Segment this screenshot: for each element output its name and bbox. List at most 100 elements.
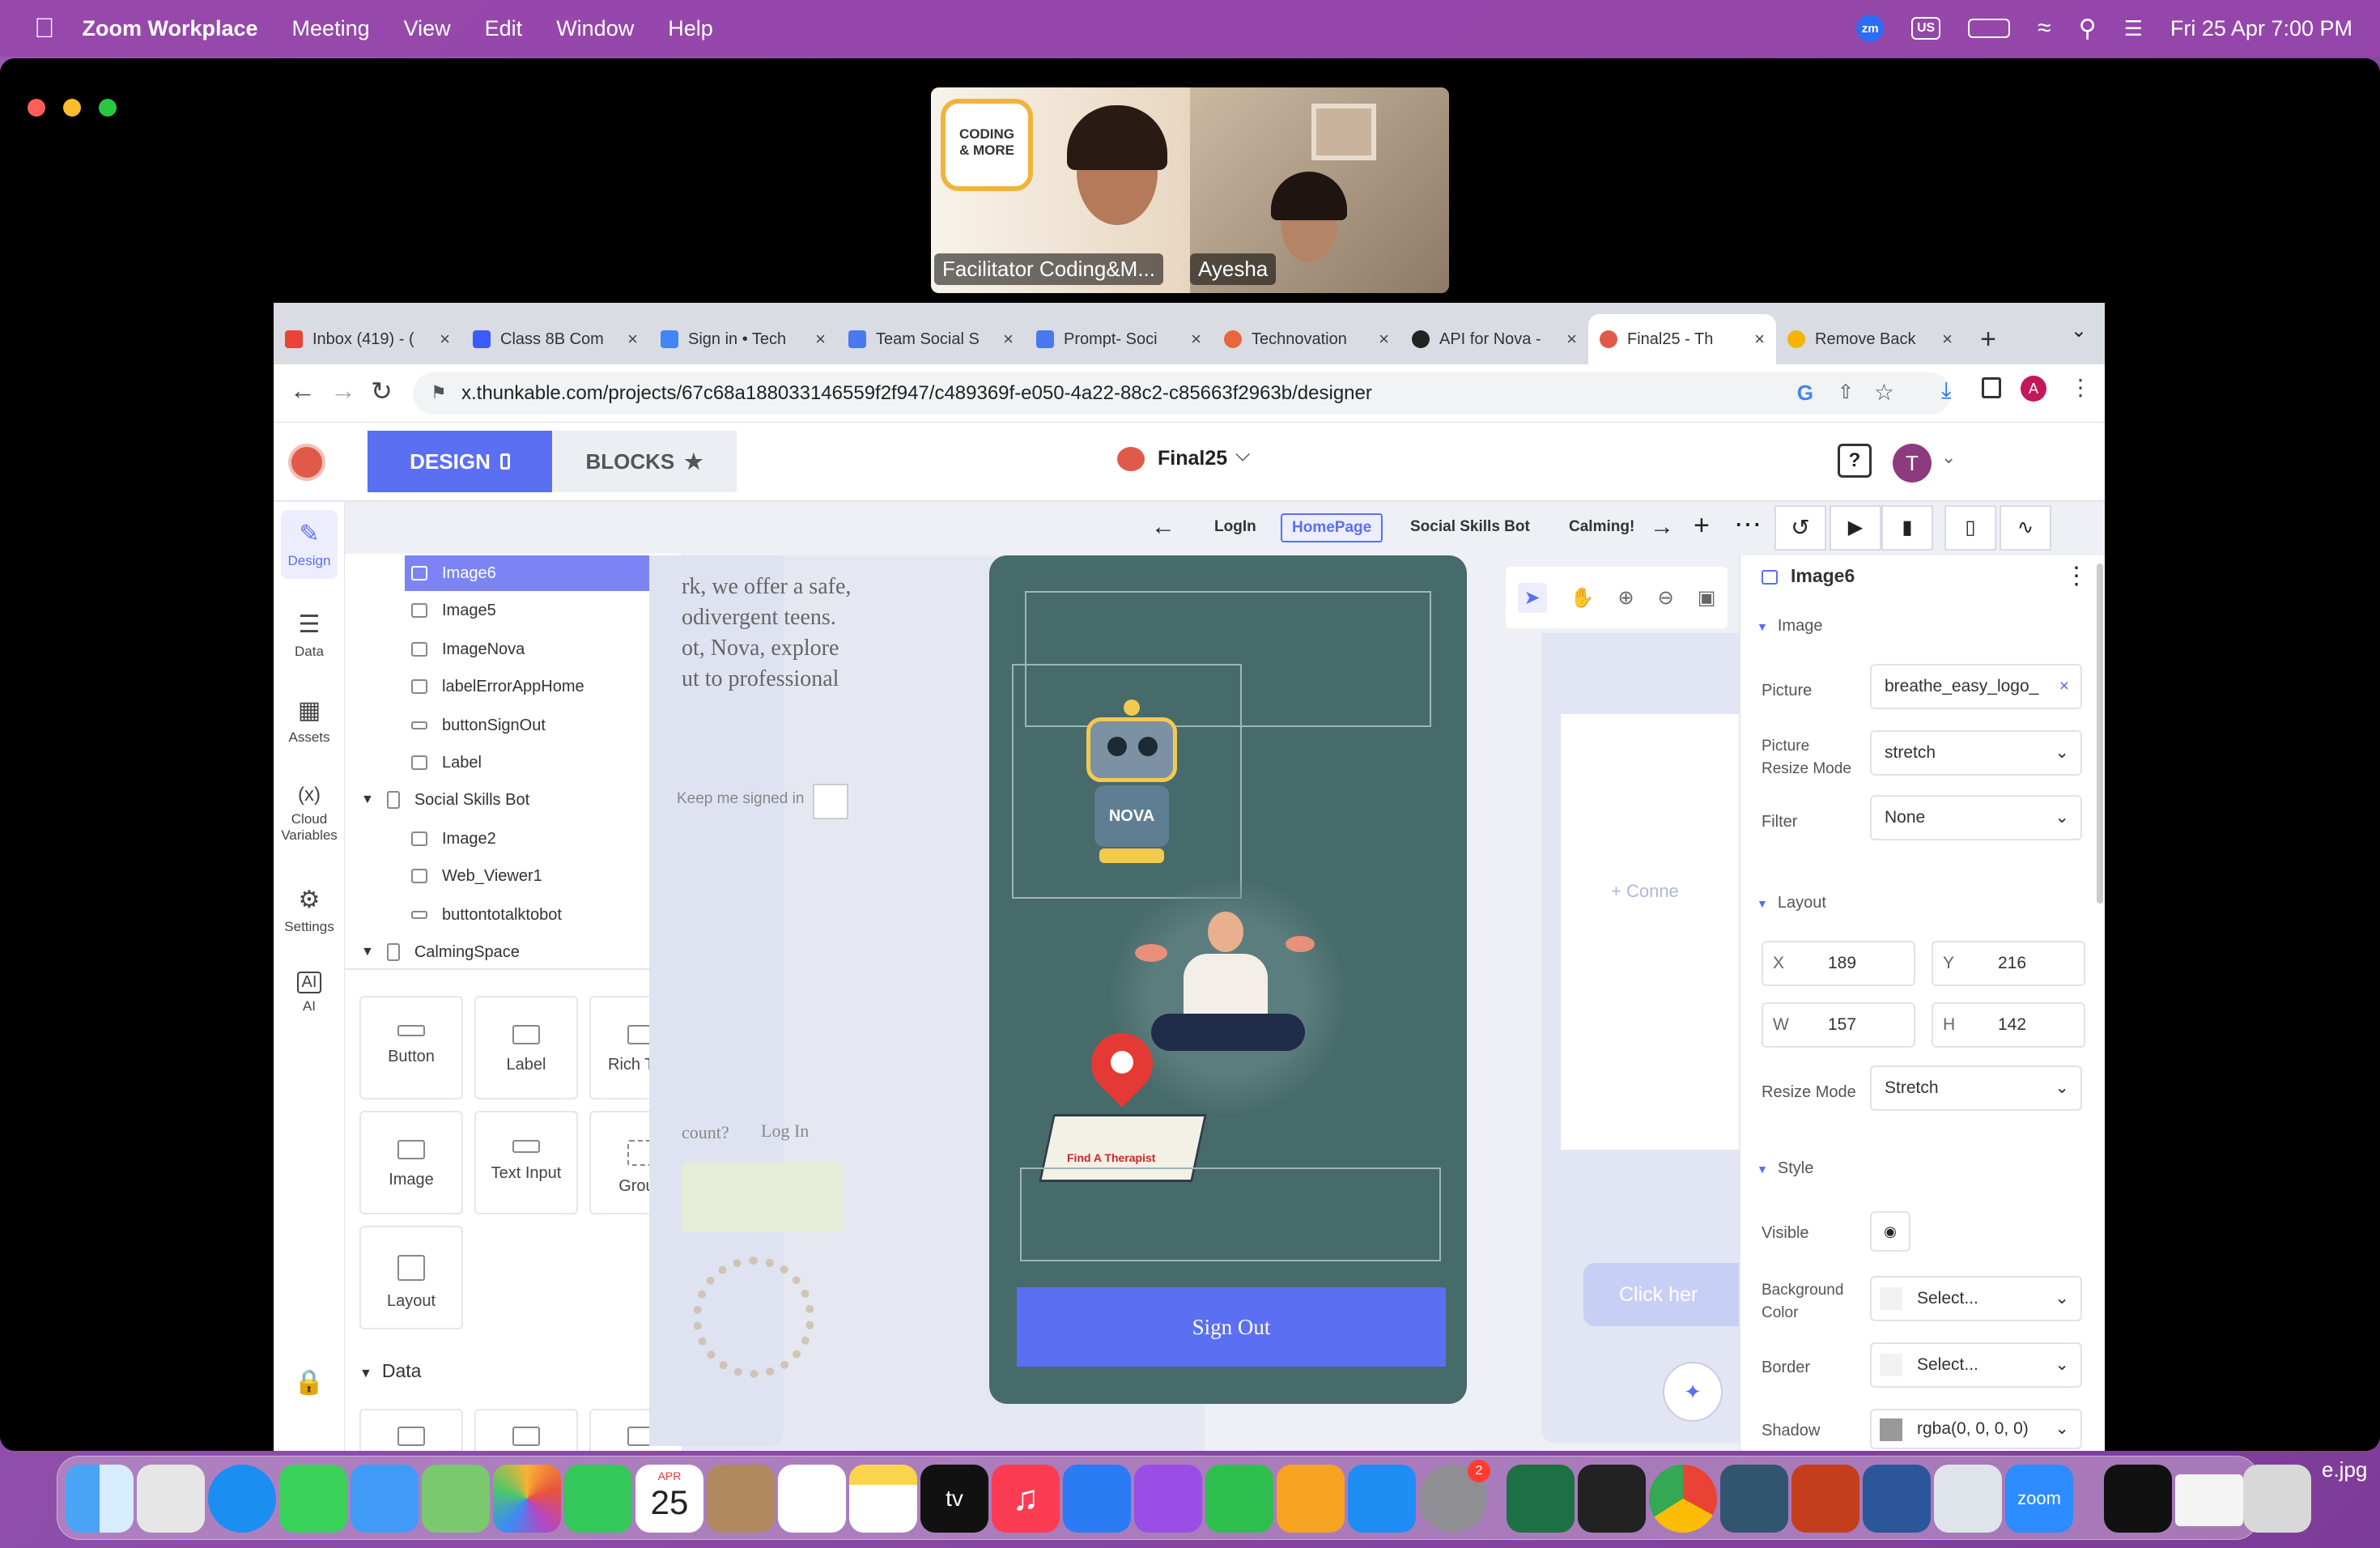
collapse-icon[interactable]: ▼ [361, 945, 374, 959]
page-tab-login[interactable]: LogIn [1214, 518, 1256, 536]
rail-data[interactable]: ☰ Data [274, 610, 345, 660]
h-field[interactable]: H 142 [1932, 1002, 2085, 1048]
forward-icon[interactable]: → [330, 376, 356, 406]
panel-scrollbar[interactable] [2097, 563, 2103, 904]
system-settings-icon[interactable]: 2 [1419, 1460, 1490, 1533]
pan-tool-icon[interactable]: ✋ [1570, 586, 1595, 610]
maximize-window-button[interactable] [99, 99, 117, 117]
close-window-button[interactable] [28, 99, 45, 117]
excel-icon[interactable] [1507, 1465, 1575, 1533]
tree-item-image2[interactable]: Image2 [405, 821, 664, 857]
user-avatar[interactable]: T [1893, 444, 1932, 483]
photos-icon[interactable] [493, 1465, 561, 1533]
menu-app-name[interactable]: Zoom Workplace [83, 16, 258, 41]
word-icon[interactable] [1863, 1465, 1931, 1533]
download-icon[interactable]: ⤓ [1941, 377, 1951, 404]
tab-signin[interactable]: Sign in • Tech × [649, 314, 837, 364]
style-section-header[interactable]: ▼ Style [1757, 1159, 1813, 1178]
tab-remove-bg[interactable]: Remove Back × [1776, 314, 1964, 364]
live-test-button[interactable]: ▮ [1881, 505, 1933, 551]
share-button[interactable]: ∿ [2000, 505, 2051, 551]
reminders-icon[interactable] [778, 1465, 846, 1533]
page-tab-social-skills-bot[interactable]: Social Skills Bot [1410, 518, 1530, 536]
fit-screen-icon[interactable]: ▣ [1698, 586, 1716, 610]
login-link[interactable]: Log In [761, 1121, 809, 1142]
click-here-button[interactable]: Click her [1583, 1263, 1740, 1326]
apple-tv-icon[interactable]: tv [920, 1465, 988, 1533]
filter-select[interactable]: None ⌄ [1870, 795, 2082, 840]
calendar-icon[interactable]: APR 25 [635, 1465, 703, 1533]
zoom-out-icon[interactable]: ⊖ [1658, 586, 1674, 610]
tree-item-buttontotalktobot[interactable]: buttontotalktobot [405, 897, 664, 933]
trash-icon[interactable] [2243, 1465, 2311, 1533]
history-button[interactable]: ↺ [1774, 505, 1826, 551]
rail-ai[interactable]: AI AI [274, 972, 345, 1014]
close-tab-icon[interactable]: × [1942, 329, 1953, 350]
tab-api-nova[interactable]: API for Nova - × [1400, 314, 1588, 364]
download-app-button[interactable]: ▯ [1944, 505, 1996, 551]
tab-search-icon[interactable]: ⌄ [2071, 319, 2087, 342]
data-section-header[interactable]: ▼ Data [359, 1360, 421, 1382]
share-icon[interactable]: ⇧ [1838, 381, 1854, 404]
project-dropdown-icon[interactable]: ⌵ [1235, 444, 1250, 466]
tab-technovation[interactable]: Technovation × [1213, 314, 1400, 364]
numbers-icon[interactable] [1205, 1465, 1273, 1533]
sign-out-button[interactable]: Sign Out [1017, 1287, 1446, 1367]
bg-color-select[interactable]: Select... ⌄ [1870, 1276, 2082, 1321]
next-page-icon[interactable]: → [1650, 513, 1674, 541]
tree-item-image6[interactable]: Image6 [405, 555, 682, 591]
close-tab-icon[interactable]: × [1379, 329, 1389, 350]
recent-app-icon[interactable] [2104, 1465, 2172, 1533]
input-source-icon[interactable]: US [1911, 17, 1941, 40]
collapse-icon[interactable]: ▼ [361, 793, 374, 807]
ai-assist-button[interactable]: ✦ [1663, 1362, 1723, 1422]
page-tab-homepage[interactable]: HomePage [1281, 513, 1383, 542]
desktop-file-label[interactable]: e.jpg [2322, 1457, 2367, 1482]
select-tool-icon[interactable]: ➤ [1517, 582, 1547, 613]
finder-icon[interactable] [66, 1465, 134, 1533]
tree-item-label[interactable]: Label [405, 745, 664, 780]
zoom-in-icon[interactable]: ⊕ [1618, 586, 1634, 610]
picture-resize-select[interactable]: stretch ⌄ [1870, 730, 2082, 776]
close-tab-icon[interactable]: × [815, 329, 826, 350]
battery-icon[interactable] [1968, 19, 2011, 38]
palette-list[interactable] [359, 1409, 463, 1451]
back-icon[interactable]: ← [290, 376, 316, 406]
help-icon[interactable]: ? [1838, 444, 1872, 478]
page-tab-calming[interactable]: Calming! [1569, 518, 1634, 536]
music-icon[interactable]: ♫ [992, 1465, 1060, 1533]
image-section-header[interactable]: ▼ Image [1757, 617, 1822, 636]
nova-robot-image[interactable]: NOVA [1067, 700, 1196, 870]
downloads-stack-icon[interactable] [2175, 1474, 2243, 1526]
component-more-icon[interactable]: ⋮ [2064, 562, 2089, 590]
tree-item-calmingspace[interactable]: ▼ CalmingSpace [361, 934, 620, 968]
powerpoint-icon[interactable] [1791, 1465, 1859, 1533]
browser-menu-icon[interactable]: ⋮ [2069, 374, 2092, 401]
thunkable-logo[interactable] [288, 444, 325, 481]
picture-field[interactable]: breathe_easy_logo_ × [1870, 664, 2082, 709]
preview-button[interactable]: ▶ [1830, 505, 1881, 551]
menu-edit[interactable]: Edit [485, 16, 523, 41]
profile-avatar[interactable]: A [2021, 376, 2046, 402]
palette-image[interactable]: Image [359, 1111, 463, 1214]
add-page-icon[interactable]: + [1694, 510, 1710, 542]
site-info-icon[interactable]: ⚑ [431, 382, 447, 403]
participant-tile-ayesha[interactable]: Ayesha [1190, 87, 1449, 293]
prev-page-icon[interactable]: ← [1151, 513, 1175, 541]
tree-item-imagenova[interactable]: ImageNova [405, 632, 664, 667]
mail-icon[interactable] [351, 1465, 419, 1533]
keynote-icon[interactable] [1063, 1465, 1131, 1533]
more-pages-icon[interactable]: ⋯ [1734, 508, 1762, 541]
app-store-icon[interactable] [1348, 1465, 1416, 1533]
maps-icon[interactable] [422, 1465, 490, 1533]
safari-icon[interactable] [208, 1465, 276, 1533]
close-tab-icon[interactable]: × [1191, 329, 1201, 350]
tree-item-image5[interactable]: Image5 [405, 593, 664, 628]
menu-help[interactable]: Help [668, 16, 713, 41]
podcasts-icon[interactable] [1134, 1465, 1202, 1533]
visible-toggle[interactable]: ◉ [1870, 1211, 1910, 1252]
tree-item-social-skills-bot[interactable]: ▼ Social Skills Bot [361, 782, 620, 818]
rail-cloud-variables[interactable]: (x) Cloud Variables [274, 784, 345, 844]
chrome-icon[interactable] [1649, 1465, 1717, 1533]
tree-item-webviewer1[interactable]: Web_Viewer1 [405, 858, 664, 894]
